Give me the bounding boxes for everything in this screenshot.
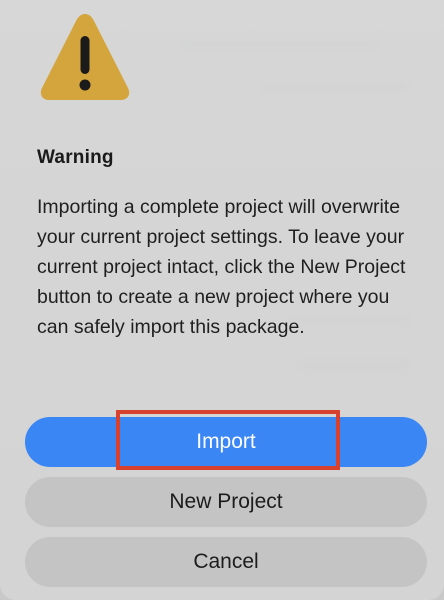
dialog-title: Warning xyxy=(37,147,114,168)
import-button[interactable]: Import xyxy=(25,417,427,467)
import-button-label: Import xyxy=(196,430,256,453)
new-project-button[interactable]: New Project xyxy=(25,477,427,527)
cancel-button[interactable]: Cancel xyxy=(25,537,427,587)
new-project-button-label: New Project xyxy=(169,490,283,513)
warning-triangle-icon xyxy=(40,14,130,100)
cancel-button-label: Cancel xyxy=(193,550,259,573)
warning-dialog: Warning Importing a complete project wil… xyxy=(0,0,444,600)
dialog-message: Importing a complete project will overwr… xyxy=(37,196,406,338)
